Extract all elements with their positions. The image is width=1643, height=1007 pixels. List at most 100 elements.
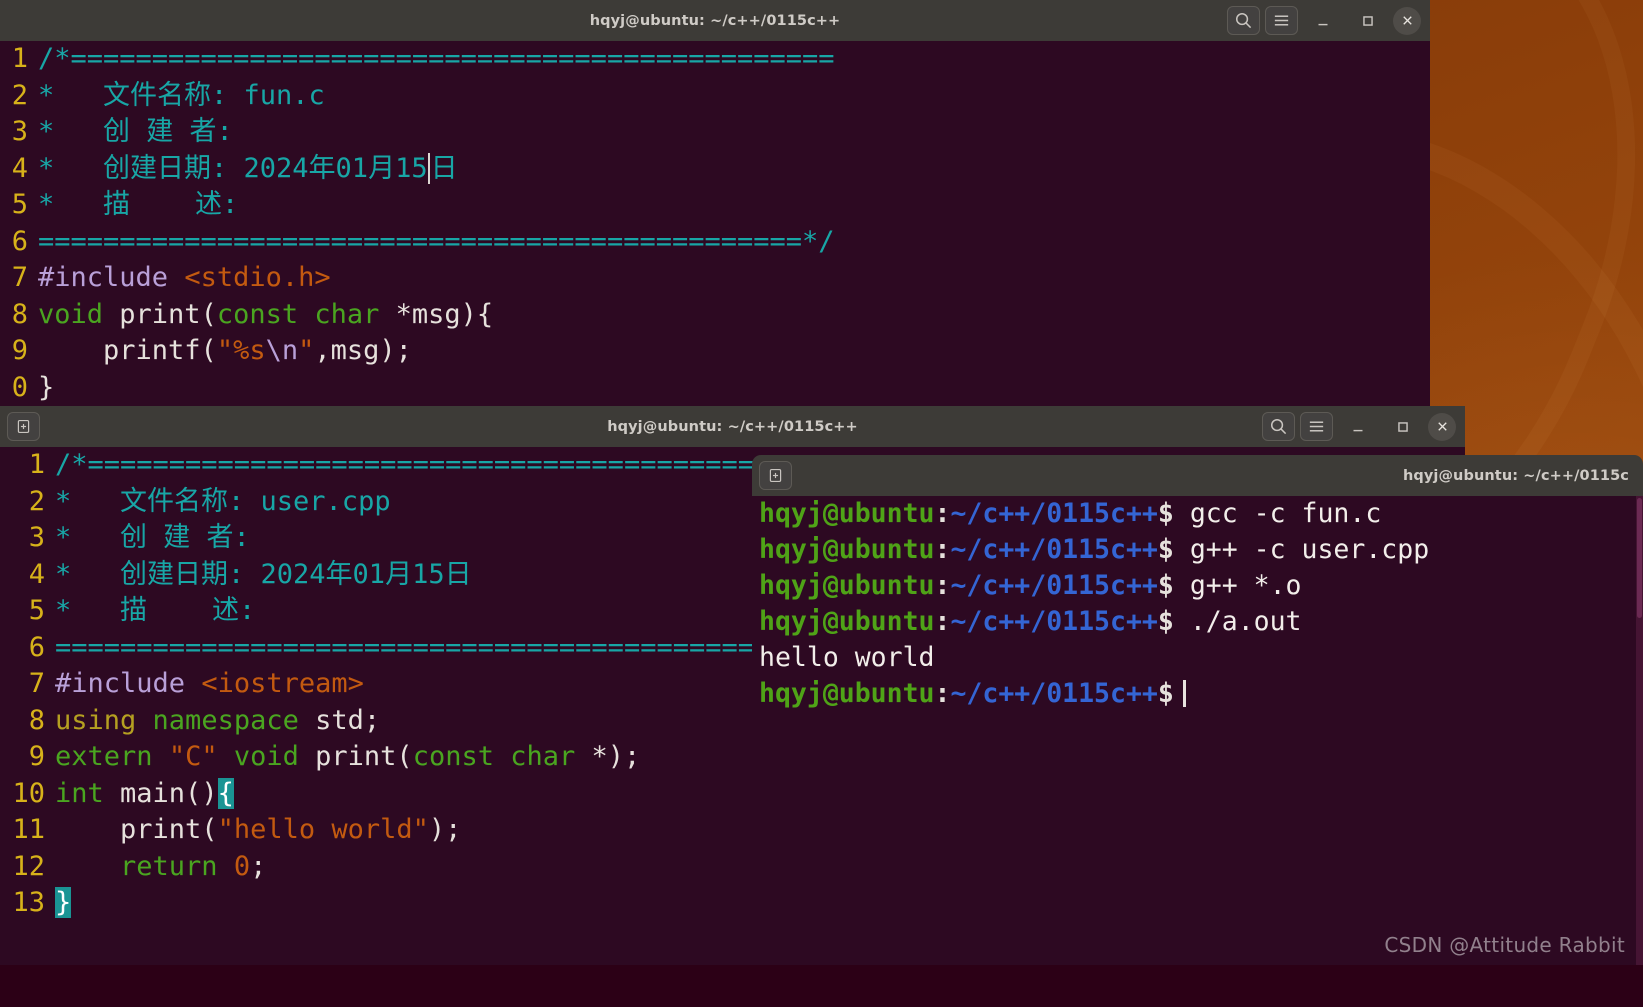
code-text: /*======================================…: [38, 41, 1430, 78]
prompt-path: ~/c++/0115c++: [950, 570, 1157, 601]
terminal-scrollbar[interactable]: [1636, 496, 1643, 965]
prompt-user: hqyj@ubuntu: [759, 570, 935, 601]
terminal-line: hqyj@ubuntu:~/c++/0115c++$: [752, 676, 1643, 712]
minimize-icon[interactable]: [1303, 6, 1343, 35]
new-tab-icon[interactable]: [7, 412, 40, 441]
prompt-user: hqyj@ubuntu: [759, 606, 935, 637]
code-line: 1/*=====================================…: [0, 41, 1430, 78]
prompt-symbol: $: [1158, 606, 1174, 637]
terminal-line: hqyj@ubuntu:~/c++/0115c++$ g++ -c user.c…: [752, 532, 1643, 568]
window-title-user: hqyj@ubuntu: ~/c++/0115c++: [0, 419, 1465, 435]
hamburger-icon[interactable]: [1300, 412, 1333, 441]
code-line: 5* 描 述:: [0, 187, 1430, 224]
code-text: * 文件名称: fun.c: [38, 78, 1430, 115]
titlebar-user-editor[interactable]: hqyj@ubuntu: ~/c++/0115c++: [0, 406, 1465, 447]
code-line: 0}: [0, 370, 1430, 407]
titlebar-fun-editor[interactable]: hqyj@ubuntu: ~/c++/0115c++: [0, 0, 1430, 41]
line-number: 12: [0, 849, 55, 886]
terminal-command-text: g++ *.o: [1190, 570, 1302, 601]
code-line: 8void print(const char *msg){: [0, 297, 1430, 334]
window-fun-editor[interactable]: hqyj@ubuntu: ~/c++/0115c++: [0, 0, 1430, 409]
titlebar-left-user[interactable]: [0, 412, 40, 441]
line-number: 2: [0, 78, 38, 115]
line-number: 10: [0, 776, 55, 813]
line-number: 8: [0, 703, 55, 740]
titlebar-controls-user[interactable]: [1262, 412, 1465, 441]
line-number: 6: [0, 630, 55, 667]
prompt-path: ~/c++/0115c++: [950, 678, 1157, 709]
code-line: 7#include <stdio.h>: [0, 260, 1430, 297]
titlebar-controls-fun[interactable]: [1227, 6, 1430, 35]
window-title-terminal: hqyj@ubuntu: ~/c++/0115c: [1403, 468, 1629, 484]
hamburger-icon[interactable]: [1265, 6, 1298, 35]
line-number: 9: [0, 333, 38, 370]
watermark-text: CSDN @Attitude Rabbit: [1384, 933, 1625, 957]
terminal-cursor: [1183, 680, 1186, 707]
titlebar-left-terminal[interactable]: [752, 461, 792, 490]
terminal-command-text: ./a.out: [1190, 606, 1302, 637]
prompt-colon: :: [935, 534, 951, 565]
terminal-line: hqyj@ubuntu:~/c++/0115c++$ ./a.out: [752, 604, 1643, 640]
new-tab-icon[interactable]: [759, 461, 792, 490]
prompt-symbol: $: [1158, 570, 1174, 601]
close-icon[interactable]: [1393, 7, 1421, 35]
window-terminal[interactable]: hqyj@ubuntu: ~/c++/0115c hqyj@ubuntu:~/c…: [752, 455, 1643, 965]
code-text: printf("%s\n",msg);: [38, 333, 1430, 370]
line-number: 7: [0, 666, 55, 703]
line-number: 9: [0, 739, 55, 776]
close-icon[interactable]: [1428, 413, 1456, 441]
search-icon[interactable]: [1262, 412, 1295, 441]
line-number: 4: [0, 151, 38, 188]
code-text: * 创 建 者:: [38, 114, 1430, 151]
matching-brace-highlight: {: [218, 778, 234, 809]
prompt-colon: :: [935, 498, 951, 529]
prompt-user: hqyj@ubuntu: [759, 534, 935, 565]
code-text: }: [38, 370, 1430, 407]
line-number: 5: [0, 593, 55, 630]
line-number: 4: [0, 557, 55, 594]
terminal-command-text: g++ -c user.cpp: [1190, 534, 1429, 565]
line-number: 5: [0, 187, 38, 224]
line-number: 6: [0, 224, 38, 261]
prompt-symbol: $: [1158, 534, 1174, 565]
line-number: 8: [0, 297, 38, 334]
line-number: 1: [0, 447, 55, 484]
line-number: 0: [0, 370, 38, 407]
prompt-user: hqyj@ubuntu: [759, 678, 935, 709]
line-number: 13: [0, 885, 55, 922]
prompt-path: ~/c++/0115c++: [950, 606, 1157, 637]
maximize-icon[interactable]: [1348, 6, 1388, 35]
search-icon[interactable]: [1227, 6, 1260, 35]
code-line: 6=======================================…: [0, 224, 1430, 261]
prompt-colon: :: [935, 570, 951, 601]
maximize-icon[interactable]: [1383, 412, 1423, 441]
terminal-line: hqyj@ubuntu:~/c++/0115c++$ g++ *.o: [752, 568, 1643, 604]
terminal-command-text: gcc -c fun.c: [1190, 498, 1381, 529]
line-number: 3: [0, 114, 38, 151]
terminal-scrollbar-thumb[interactable]: [1637, 498, 1642, 618]
code-text: void print(const char *msg){: [38, 297, 1430, 334]
terminal-command: [1174, 498, 1190, 529]
terminal-line: hqyj@ubuntu:~/c++/0115c++$ gcc -c fun.c: [752, 496, 1643, 532]
prompt-colon: :: [935, 606, 951, 637]
terminal-line: hello world: [752, 640, 1643, 676]
window-title-fun: hqyj@ubuntu: ~/c++/0115c++: [0, 13, 1430, 29]
minimize-icon[interactable]: [1338, 412, 1378, 441]
code-line: 3* 创 建 者:: [0, 114, 1430, 151]
matching-brace-highlight: }: [55, 887, 71, 918]
line-number: 7: [0, 260, 38, 297]
prompt-colon: :: [935, 678, 951, 709]
code-text: ========================================…: [38, 224, 1430, 261]
line-number: 11: [0, 812, 55, 849]
titlebar-terminal[interactable]: hqyj@ubuntu: ~/c++/0115c: [752, 455, 1643, 496]
prompt-symbol: $: [1158, 678, 1174, 709]
code-line: 9 printf("%s\n",msg);: [0, 333, 1430, 370]
line-number: 2: [0, 484, 55, 521]
editor-pane-fun[interactable]: 1/*=====================================…: [0, 41, 1430, 409]
prompt-path: ~/c++/0115c++: [950, 498, 1157, 529]
code-text: #include <stdio.h>: [38, 260, 1430, 297]
code-line: 4* 创建日期: 2024年01月15日: [0, 151, 1430, 188]
line-number: 1: [0, 41, 38, 78]
terminal-pane[interactable]: hqyj@ubuntu:~/c++/0115c++$ gcc -c fun.c …: [752, 496, 1643, 965]
prompt-path: ~/c++/0115c++: [950, 534, 1157, 565]
